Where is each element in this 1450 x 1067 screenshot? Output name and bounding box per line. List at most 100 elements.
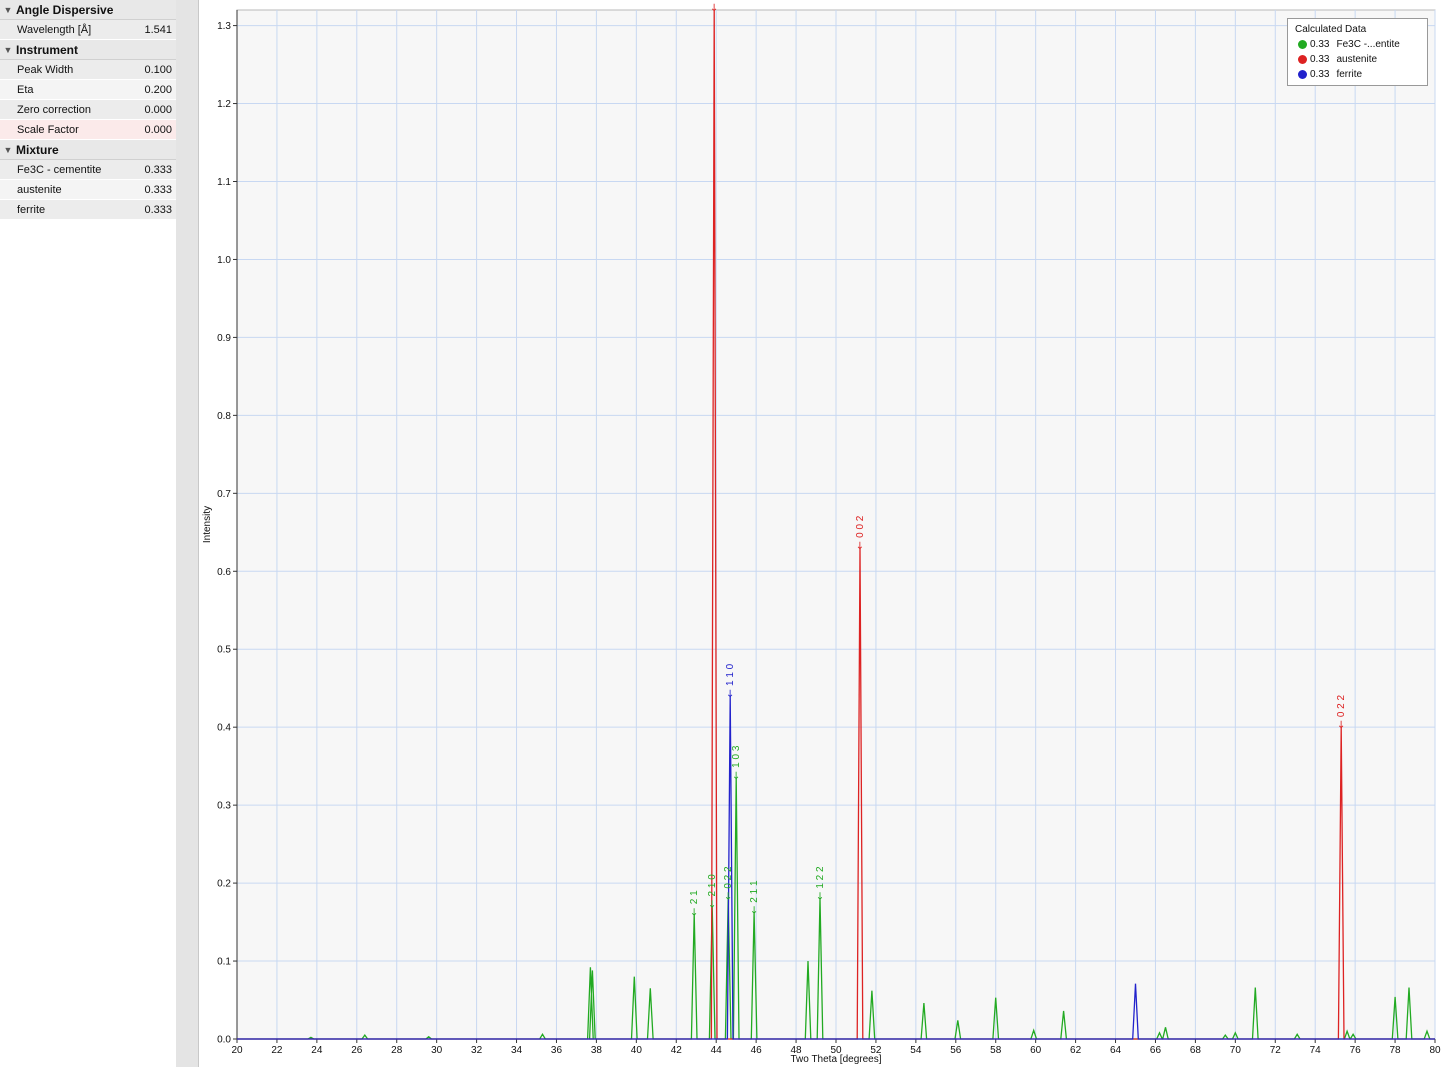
y-axis-label: Intensity — [202, 506, 213, 543]
x-tick-label: 42 — [671, 1045, 683, 1056]
x-tick-label: 54 — [910, 1045, 922, 1056]
param-label: Scale Factor — [17, 123, 79, 136]
peak-arrow-icon: ↓ — [856, 541, 864, 552]
y-tick-label: 0.8 — [217, 411, 231, 422]
chart-legend: Calculated Data 0.33 Fe3C -...entite 0.33 a… — [1287, 18, 1428, 86]
x-tick-label: 78 — [1390, 1045, 1402, 1056]
x-tick-label: 70 — [1230, 1045, 1242, 1056]
y-tick-label: 0.6 — [217, 567, 231, 578]
param-label: Fe3C - cementite — [17, 163, 102, 176]
x-tick-label: 30 — [431, 1045, 443, 1056]
param-value[interactable]: 0.333 — [102, 164, 176, 176]
y-tick-label: 0.4 — [217, 723, 231, 734]
y-tick-label: 0.7 — [217, 489, 231, 500]
peak-arrow-icon: ↓ — [710, 3, 718, 14]
peak-hkl-label: 0 2 2 — [723, 866, 734, 889]
param-value[interactable]: 0.000 — [102, 104, 176, 116]
legend-item-name: austenite — [1336, 54, 1378, 65]
x-tick-label: 60 — [1030, 1045, 1042, 1056]
peak-arrow-icon: ↓ — [816, 892, 824, 903]
y-tick-label: 0.5 — [217, 645, 231, 656]
legend-item-name: Fe3C -...entite — [1336, 39, 1400, 50]
peak-arrow-icon: ↓ — [1337, 720, 1345, 731]
legend-item-name: ferrite — [1336, 69, 1363, 80]
y-tick-label: 1.2 — [217, 99, 231, 110]
x-tick-label: 44 — [711, 1045, 723, 1056]
panel-splitter[interactable] — [176, 0, 199, 1067]
peak-arrow-icon: ↓ — [690, 907, 698, 918]
param-value[interactable]: 0.333 — [102, 204, 176, 216]
peak-hkl-label: 2 1 0 — [707, 874, 718, 897]
y-tick-label: 0.9 — [217, 333, 231, 344]
param-row-wavelength[interactable]: Wavelength [Å] 1.541 — [0, 20, 176, 40]
y-tick-label: 0.1 — [217, 957, 231, 968]
y-tick-label: 0.3 — [217, 801, 231, 812]
legend-item: 0.33 Fe3C -...entite — [1288, 37, 1427, 52]
peak-hkl-label: 0 0 2 — [855, 515, 866, 538]
group-title: Mixture — [16, 142, 59, 157]
peak-hkl-label: 1 0 3 — [731, 745, 742, 768]
x-tick-label: 68 — [1190, 1045, 1202, 1056]
x-tick-label: 20 — [231, 1045, 243, 1056]
group-title: Angle Dispersive — [16, 2, 114, 17]
legend-item-value: 0.33 — [1310, 54, 1330, 65]
diffraction-plot: 20 22 24 26 28 30 32 34 36 38 40 42 44 46 48 50 52 54 56 58… — [199, 0, 1450, 1067]
legend-item-value: 0.33 — [1310, 39, 1330, 50]
x-tick-label: 24 — [311, 1045, 323, 1056]
param-row-scale-factor[interactable]: Scale Factor 0.000 — [0, 120, 176, 140]
param-row-ferrite[interactable]: ferrite 0.333 — [0, 200, 176, 220]
peak-hkl-label: 1 1 0 — [725, 663, 736, 686]
legend-color-dot-icon — [1298, 40, 1307, 49]
legend-color-dot-icon — [1298, 55, 1307, 64]
param-row-zero-correction[interactable]: Zero correction 0.000 — [0, 100, 176, 120]
peak-arrow-icon: ↓ — [724, 892, 732, 903]
y-tick-label: 1.0 — [217, 255, 231, 266]
y-tick-label: 1.1 — [217, 177, 231, 188]
param-value[interactable]: 0.200 — [102, 84, 176, 96]
x-tick-label: 58 — [990, 1045, 1002, 1056]
group-header-angle-dispersive[interactable]: ▼ Angle Dispersive — [0, 0, 176, 20]
peak-hkl-label: 0 2 2 — [1336, 695, 1347, 718]
legend-item: 0.33 ferrite — [1288, 67, 1427, 82]
group-header-mixture[interactable]: ▼ Mixture — [0, 140, 176, 160]
param-value[interactable]: 0.100 — [102, 64, 176, 76]
legend-item: 0.33 austenite — [1288, 52, 1427, 67]
param-label: Wavelength [Å] — [17, 23, 92, 36]
x-tick-label: 64 — [1110, 1045, 1122, 1056]
x-tick-label: 80 — [1429, 1045, 1441, 1056]
x-tick-label: 62 — [1070, 1045, 1082, 1056]
disclosure-triangle-icon[interactable]: ▼ — [0, 145, 16, 155]
x-tick-label: 28 — [391, 1045, 403, 1056]
param-row-fe3c-cementite[interactable]: Fe3C - cementite 0.333 — [0, 160, 176, 180]
disclosure-triangle-icon[interactable]: ▼ — [0, 5, 16, 15]
group-header-instrument[interactable]: ▼ Instrument — [0, 40, 176, 60]
param-value[interactable]: 0.333 — [102, 184, 176, 196]
param-label: Peak Width — [17, 63, 74, 76]
x-tick-label: 66 — [1150, 1045, 1162, 1056]
x-tick-label: 26 — [351, 1045, 363, 1056]
peak-arrow-icon: ↓ — [726, 689, 734, 700]
x-tick-label: 22 — [271, 1045, 283, 1056]
peak-arrow-icon: ↓ — [750, 906, 758, 917]
y-tick-label: 0.0 — [217, 1035, 231, 1046]
param-row-austenite[interactable]: austenite 0.333 — [0, 180, 176, 200]
parameters-panel: ▼ Angle Dispersive Wavelength [Å] 1.541 ▼ Ins… — [0, 0, 177, 1067]
param-row-eta[interactable]: Eta 0.200 — [0, 80, 176, 100]
y-tick-label: 1.3 — [217, 21, 231, 32]
param-label: austenite — [17, 183, 62, 196]
x-tick-label: 76 — [1350, 1045, 1362, 1056]
y-tick-label: 0.2 — [217, 879, 231, 890]
param-value[interactable]: 1.541 — [102, 24, 176, 36]
x-tick-label: 72 — [1270, 1045, 1282, 1056]
x-tick-label: 40 — [631, 1045, 643, 1056]
param-label: Eta — [17, 83, 34, 96]
peak-hkl-label: 1 2 2 — [815, 866, 826, 889]
param-row-peak-width[interactable]: Peak Width 0.100 — [0, 60, 176, 80]
param-value[interactable]: 0.000 — [102, 124, 176, 136]
x-tick-label: 36 — [551, 1045, 563, 1056]
peak-hkl-label: 2 1 — [689, 890, 700, 904]
disclosure-triangle-icon[interactable]: ▼ — [0, 45, 16, 55]
group-title: Instrument — [16, 42, 79, 57]
x-tick-label: 74 — [1310, 1045, 1322, 1056]
peak-arrow-icon: ↓ — [732, 771, 740, 782]
